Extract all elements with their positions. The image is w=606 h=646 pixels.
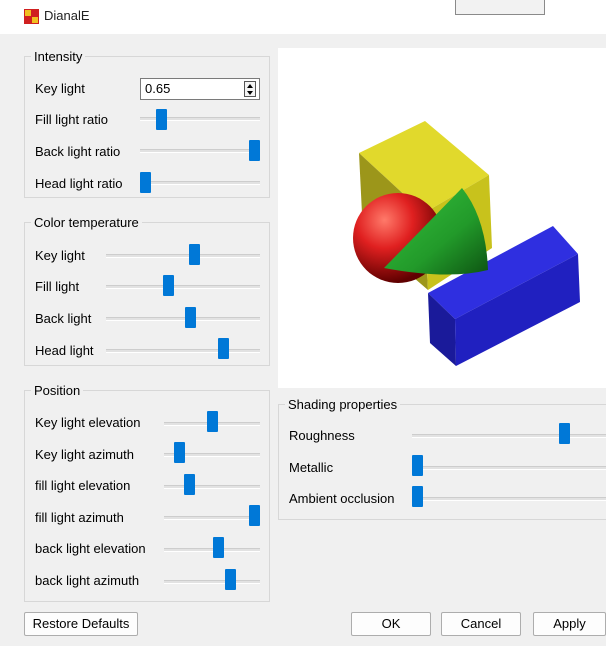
ct-fill-light-track[interactable] — [106, 285, 260, 289]
roughness-label: Roughness — [289, 428, 358, 444]
fill-light-ratio-label: Fill light ratio — [35, 112, 111, 128]
ct-key-light-track[interactable] — [106, 254, 260, 258]
intensity-key-light-label: Key light — [35, 81, 88, 97]
shading-properties-group-title: Shading properties — [285, 397, 401, 412]
back-light-azimuth-label: back light azimuth — [35, 573, 143, 589]
fill-light-azimuth-label: fill light azimuth — [35, 510, 127, 526]
head-light-ratio-slider[interactable] — [140, 172, 151, 193]
ct-head-light-track[interactable] — [106, 349, 260, 353]
fill-light-ratio-slider[interactable] — [156, 109, 168, 130]
key-light-azimuth-slider[interactable] — [174, 442, 186, 463]
ct-back-light-label: Back light — [35, 311, 95, 327]
fill-light-elevation-label: fill light elevation — [35, 478, 134, 494]
window-title: DianalE — [44, 8, 90, 23]
fill-light-azimuth-track[interactable] — [164, 516, 260, 520]
back-light-ratio-track[interactable] — [140, 149, 260, 153]
ct-key-light-label: Key light — [35, 248, 88, 264]
ambient-occlusion-label: Ambient occlusion — [289, 491, 398, 507]
apply-button[interactable]: Apply — [533, 612, 606, 636]
fill-light-azimuth-slider[interactable] — [249, 505, 260, 526]
head-light-ratio-track[interactable] — [140, 181, 260, 185]
fill-light-elevation-track[interactable] — [164, 485, 260, 489]
head-light-ratio-label: Head light ratio — [35, 176, 126, 192]
position-group-title: Position — [31, 383, 84, 398]
back-light-ratio-slider[interactable] — [249, 140, 260, 161]
roughness-track[interactable] — [412, 434, 606, 438]
preview-viewport[interactable] — [278, 48, 606, 388]
back-light-elevation-label: back light elevation — [35, 541, 149, 557]
back-light-elevation-track[interactable] — [164, 548, 260, 552]
ct-back-light-track[interactable] — [106, 317, 260, 321]
metallic-slider[interactable] — [412, 455, 423, 476]
restore-defaults-button[interactable]: Restore Defaults — [24, 612, 138, 636]
title-bar: DianalE — [0, 0, 606, 34]
back-light-azimuth-slider[interactable] — [225, 569, 237, 590]
ct-head-light-label: Head light — [35, 343, 97, 359]
ct-head-light-slider[interactable] — [217, 338, 229, 359]
back-light-elevation-slider[interactable] — [213, 537, 225, 558]
back-light-ratio-label: Back light ratio — [35, 144, 124, 160]
cancel-button[interactable]: Cancel — [441, 612, 521, 636]
color-temperature-group-title: Color temperature — [31, 215, 142, 230]
intensity-group-title: Intensity — [31, 49, 86, 64]
metallic-track[interactable] — [412, 466, 606, 470]
app-icon — [24, 9, 39, 24]
ct-key-light-slider[interactable] — [188, 244, 200, 265]
spin-up-down-icon[interactable] — [244, 81, 256, 97]
ambient-occlusion-slider[interactable] — [412, 486, 423, 507]
title-bar-control[interactable] — [455, 0, 545, 15]
key-light-elevation-slider[interactable] — [206, 411, 218, 432]
fill-light-elevation-slider[interactable] — [183, 474, 195, 495]
key-light-intensity-value[interactable]: 0.65 — [145, 81, 170, 96]
ct-fill-light-slider[interactable] — [163, 275, 175, 296]
scene-3d — [353, 121, 580, 366]
ct-back-light-slider[interactable] — [184, 307, 196, 328]
metallic-label: Metallic — [289, 460, 337, 476]
key-light-elevation-label: Key light elevation — [35, 415, 144, 431]
ok-button[interactable]: OK — [351, 612, 431, 636]
ct-fill-light-label: Fill light — [35, 279, 83, 295]
roughness-slider[interactable] — [559, 423, 571, 444]
key-light-intensity-spinbox[interactable]: 0.65 — [140, 78, 260, 100]
key-light-azimuth-label: Key light azimuth — [35, 447, 137, 463]
back-light-azimuth-track[interactable] — [164, 580, 260, 584]
ambient-occlusion-track[interactable] — [412, 497, 606, 501]
